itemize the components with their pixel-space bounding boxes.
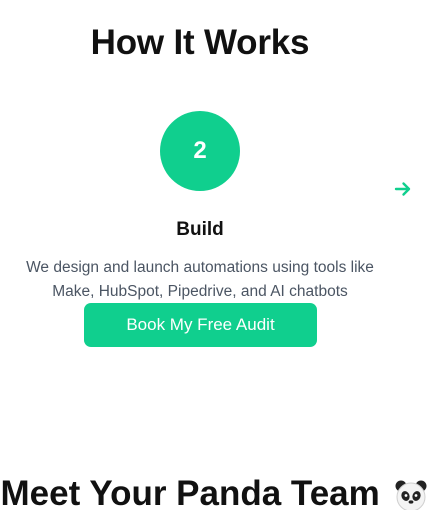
step-description-line-1: We design and launch automations using t… [26, 259, 374, 276]
step-description-line-2: Make, HubSpot, Pipedrive, and AI chatbot… [52, 283, 348, 300]
arrow-right-icon [394, 182, 411, 196]
team-title-text: Meet Your Panda Team [0, 474, 380, 510]
step-description: We design and launch automations using t… [0, 256, 400, 304]
section-title: How It Works [90, 23, 310, 62]
page: How It Works 2 Build We design and launc… [0, 0, 431, 510]
team-section-title: Meet Your Panda Team [0, 472, 431, 510]
step-title: Build [176, 219, 224, 240]
book-free-audit-button[interactable]: Book My Free Audit [84, 303, 317, 347]
next-step-button[interactable] [392, 178, 414, 200]
step-number-badge: 2 [160, 111, 240, 191]
panda-face-icon [395, 480, 426, 510]
